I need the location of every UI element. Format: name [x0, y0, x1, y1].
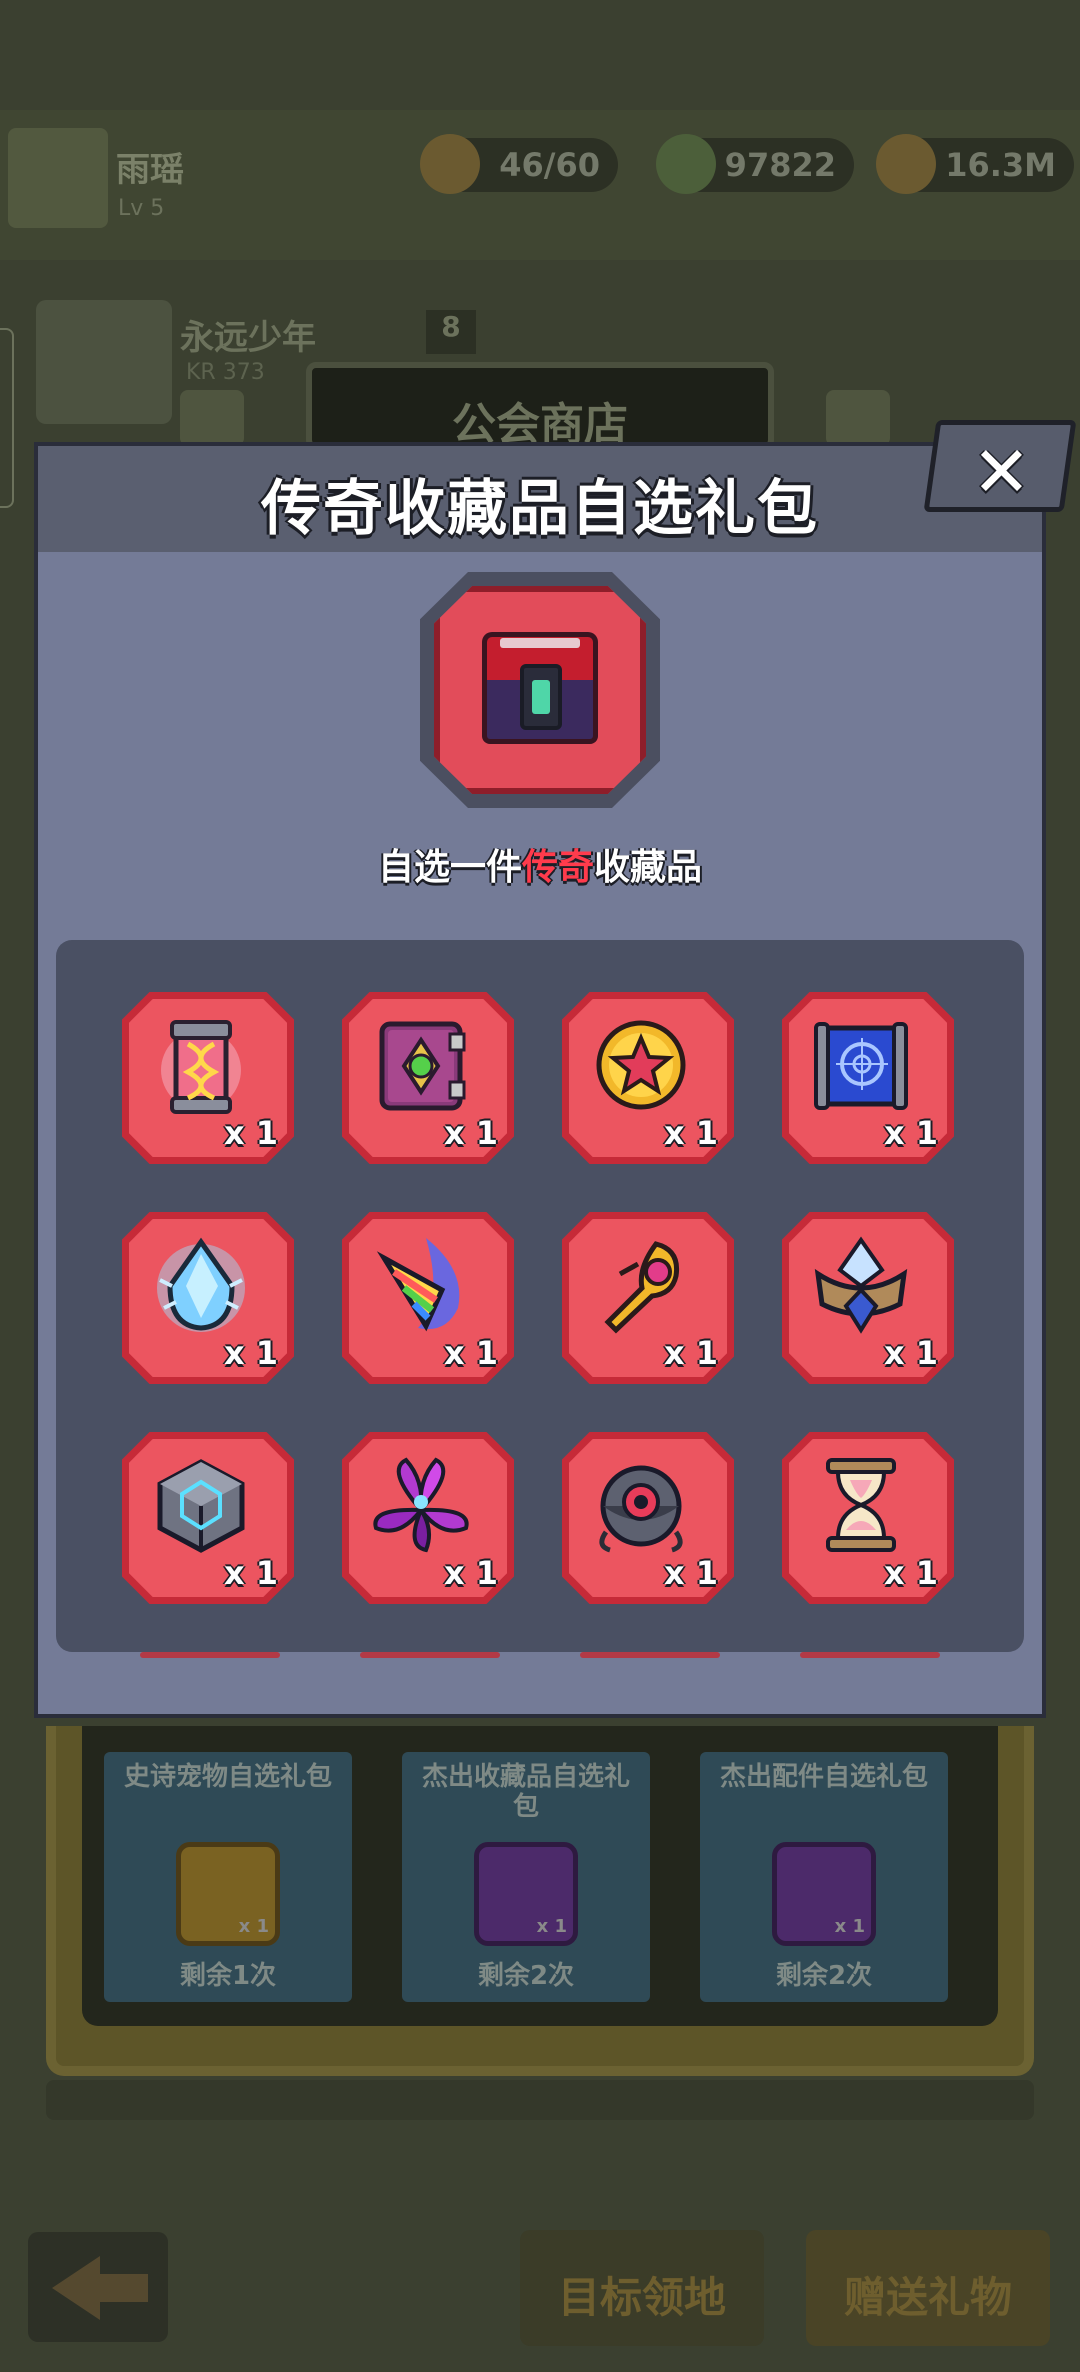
- item-quantity: x 1: [883, 1554, 938, 1592]
- modal-header: 传奇收藏品自选礼包: [38, 446, 1042, 552]
- close-button[interactable]: ✕: [923, 420, 1077, 513]
- player-level: Lv 5: [118, 196, 165, 221]
- item-slot[interactable]: x 1: [342, 1432, 514, 1604]
- chest-icon: x 1: [474, 1842, 578, 1946]
- rainbow-horn-icon: [366, 1230, 476, 1340]
- item-quantity: x 1: [883, 1114, 938, 1152]
- item-slot[interactable]: x 1: [562, 1432, 734, 1604]
- item-slot[interactable]: x 1: [122, 1432, 294, 1604]
- guild-level: 8: [426, 310, 476, 354]
- item-quantity: x 1: [443, 1114, 498, 1152]
- tab-guild-shop[interactable]: 公会商店: [306, 362, 774, 450]
- shop-card-epic-pet[interactable]: 史诗宠物自选礼包 x 1 剩余1次: [104, 1752, 352, 2002]
- item-quantity: x 1: [663, 1334, 718, 1372]
- stamina-counter[interactable]: 46/60: [420, 134, 618, 194]
- bottom-strip: [46, 2080, 1034, 2120]
- shop-panel: 史诗宠物自选礼包 x 1 剩余1次 杰出收藏品自选礼包 x 1 剩余2次 杰出配…: [46, 1726, 1034, 2076]
- stamina-icon: [420, 134, 480, 194]
- item-quantity: x 1: [443, 1554, 498, 1592]
- item-quantity: x 1: [443, 1334, 498, 1372]
- item-quantity: x 1: [883, 1334, 938, 1372]
- shop-card-elite-collectible[interactable]: 杰出收藏品自选礼包 x 1 剩余2次: [402, 1752, 650, 2002]
- shop-card-elite-accessory[interactable]: 杰出配件自选礼包 x 1 剩余2次: [700, 1752, 948, 2002]
- back-button[interactable]: [28, 2232, 168, 2342]
- dna-capsule-icon: [146, 1010, 256, 1120]
- modal-title: 传奇收藏品自选礼包: [261, 474, 819, 544]
- target-territory-button[interactable]: 目标领地: [520, 2230, 764, 2346]
- guild-sub: KR 373: [186, 360, 265, 385]
- send-gift-button[interactable]: 赠送礼物: [806, 2230, 1050, 2346]
- star-coin-icon: [586, 1010, 696, 1120]
- crystal-crown-icon: [806, 1230, 916, 1340]
- item-slot[interactable]: x 1: [122, 992, 294, 1164]
- item-slot[interactable]: x 1: [342, 992, 514, 1164]
- modal-subtitle: 自选一件传奇收藏品: [377, 847, 703, 888]
- item-quantity: x 1: [223, 1114, 278, 1152]
- item-slot[interactable]: x 1: [562, 1212, 734, 1384]
- ice-crystal-icon: [146, 1230, 256, 1340]
- item-slot[interactable]: x 1: [562, 992, 734, 1164]
- chest-icon: x 1: [772, 1842, 876, 1946]
- magic-lily-icon: [366, 1450, 476, 1560]
- guild-name: 永远少年: [180, 318, 316, 358]
- chest-icon: x 1: [176, 1842, 280, 1946]
- hourglass-icon: [806, 1450, 916, 1560]
- close-icon: ✕: [972, 431, 1031, 513]
- item-quantity: x 1: [223, 1334, 278, 1372]
- item-quantity: x 1: [663, 1554, 718, 1592]
- item-slot[interactable]: x 1: [122, 1212, 294, 1384]
- item-quantity: x 1: [663, 1114, 718, 1152]
- item-slot[interactable]: x 1: [782, 992, 954, 1164]
- blueprint-icon: [806, 1010, 916, 1120]
- legendary-chest: [420, 572, 660, 808]
- ruby-scepter-icon: [586, 1230, 696, 1340]
- player-name: 雨瑶: [116, 150, 184, 190]
- side-button-right[interactable]: [826, 390, 890, 446]
- item-slot[interactable]: x 1: [342, 1212, 514, 1384]
- eye-orb-icon: [586, 1450, 696, 1560]
- spellbook-icon: [366, 1010, 476, 1120]
- guild-badge: [36, 300, 172, 424]
- side-button-left[interactable]: [180, 390, 244, 446]
- item-slot[interactable]: x 1: [782, 1432, 954, 1604]
- item-slot[interactable]: x 1: [782, 1212, 954, 1384]
- gem-icon: [656, 134, 716, 194]
- left-edge-tab[interactable]: [0, 328, 14, 508]
- coin-icon: [876, 134, 936, 194]
- lock-icon: [520, 664, 562, 730]
- avatar[interactable]: [8, 128, 108, 228]
- coin-counter[interactable]: 16.3M: [876, 134, 1074, 194]
- next-row-peek: [140, 1652, 280, 1658]
- tech-cube-icon: [146, 1450, 256, 1560]
- item-quantity: x 1: [223, 1554, 278, 1592]
- gem-counter[interactable]: 97822: [656, 134, 854, 194]
